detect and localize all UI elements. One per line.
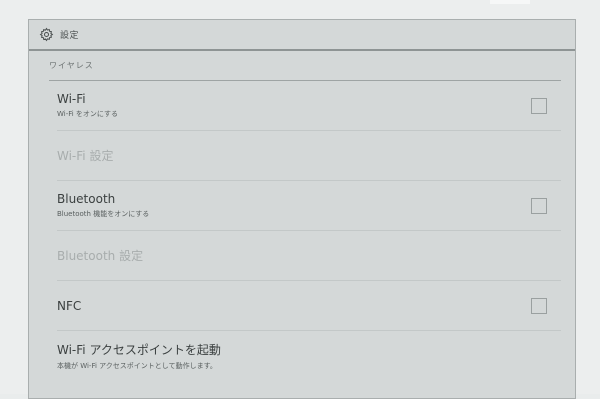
setting-label: Wi-Fi アクセスポイントを起動 bbox=[57, 343, 221, 357]
title-bar: 設定 bbox=[29, 20, 575, 51]
setting-row-wifi-settings[interactable]: Wi-Fi 設定 bbox=[57, 131, 561, 181]
gear-icon[interactable] bbox=[38, 27, 54, 43]
setting-label: Wi-Fi bbox=[57, 92, 86, 106]
setting-label: Bluetooth bbox=[57, 192, 116, 206]
setting-label: Wi-Fi 設定 bbox=[57, 149, 114, 163]
page-title: 設定 bbox=[60, 31, 80, 41]
section-title: ワイヤレス bbox=[49, 61, 94, 70]
nfc-checkbox[interactable] bbox=[531, 297, 547, 314]
settings-screen: 設定 ワイヤレス Wi-Fi Wi-Fi をオンにする Wi-Fi 設定 Blu… bbox=[28, 19, 576, 399]
bluetooth-checkbox[interactable] bbox=[531, 197, 547, 214]
section-header-wireless: ワイヤレス bbox=[49, 51, 561, 81]
setting-row-nfc[interactable]: NFC bbox=[57, 281, 561, 331]
setting-row-bluetooth[interactable]: Bluetooth Bluetooth 機能をオンにする bbox=[57, 181, 561, 231]
setting-row-bluetooth-settings[interactable]: Bluetooth 設定 bbox=[57, 231, 561, 281]
setting-label: NFC bbox=[57, 298, 82, 313]
setting-label: Bluetooth 設定 bbox=[57, 249, 144, 263]
wifi-checkbox[interactable] bbox=[531, 97, 547, 114]
setting-description: 本機が Wi-Fi アクセスポイントとして動作します。 bbox=[57, 362, 217, 370]
setting-description: Bluetooth 機能をオンにする bbox=[57, 210, 150, 218]
setting-row-wifi-access-point[interactable]: Wi-Fi アクセスポイントを起動 本機が Wi-Fi アクセスポイントとして動… bbox=[57, 331, 561, 381]
setting-description: Wi-Fi をオンにする bbox=[57, 110, 118, 118]
device-frame: 設定 ワイヤレス Wi-Fi Wi-Fi をオンにする Wi-Fi 設定 Blu… bbox=[0, 0, 600, 399]
bezel-highlight bbox=[490, 0, 530, 4]
setting-row-wifi[interactable]: Wi-Fi Wi-Fi をオンにする bbox=[57, 81, 561, 131]
